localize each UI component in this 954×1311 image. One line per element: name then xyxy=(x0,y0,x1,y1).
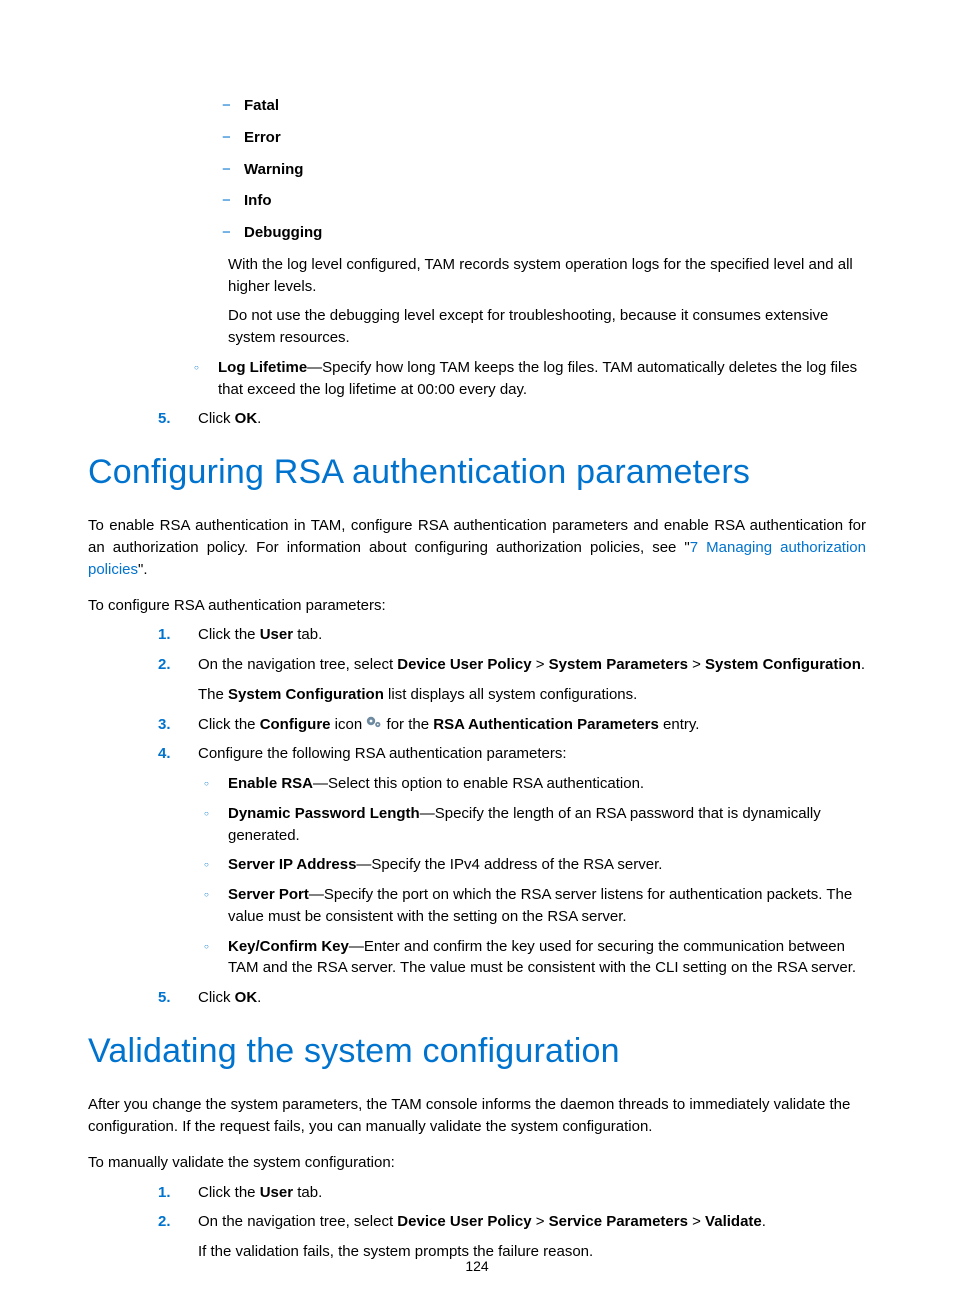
text: entry. xyxy=(659,716,700,733)
step-5: 5. Click OK. xyxy=(158,408,866,430)
list-item: Key/Confirm Key—Enter and confirm the ke… xyxy=(198,936,866,980)
bold: RSA Authentication Parameters xyxy=(433,716,659,733)
step-2: 2. On the navigation tree, select Device… xyxy=(158,1211,866,1263)
list-item: Enable RSA—Select this option to enable … xyxy=(198,773,866,795)
sub-bullet-list: Log Lifetime—Specify how long TAM keeps … xyxy=(188,357,866,401)
bold: Validate xyxy=(705,1213,762,1230)
step-3: 3. Click the Configure icon for the RSA … xyxy=(158,714,866,736)
bold: Configure xyxy=(260,716,331,733)
sep: > xyxy=(688,1213,705,1230)
sep: > xyxy=(532,1213,549,1230)
bold: OK xyxy=(235,410,258,427)
step-2: 2. On the navigation tree, select Device… xyxy=(158,654,866,706)
heading-rsa: Configuring RSA authentication parameter… xyxy=(88,448,866,497)
bold: User xyxy=(260,1184,293,1201)
paragraph: To enable RSA authentication in TAM, con… xyxy=(88,515,866,580)
bold: Service Parameters xyxy=(549,1213,688,1230)
sep: > xyxy=(532,656,549,673)
step-number: 4. xyxy=(158,743,186,765)
text: . xyxy=(257,989,261,1006)
term: Log Lifetime xyxy=(218,359,307,376)
bold: System Parameters xyxy=(549,656,688,673)
text: for the xyxy=(387,716,434,733)
paragraph: With the log level configured, TAM recor… xyxy=(228,254,866,298)
bold: System Configuration xyxy=(228,686,384,703)
step-4: 4. Configure the following RSA authentic… xyxy=(158,743,866,979)
text: On the navigation tree, select xyxy=(198,656,397,673)
document-page: Fatal Error Warning Info Debugging With … xyxy=(0,0,954,1311)
bold: Device User Policy xyxy=(397,1213,531,1230)
text: tab. xyxy=(293,1184,322,1201)
validate-step-list: 1. Click the User tab. 2. On the navigat… xyxy=(158,1182,866,1263)
bold: Device User Policy xyxy=(397,656,531,673)
term: Server IP Address xyxy=(228,856,356,873)
text: . xyxy=(257,410,261,427)
list-item: Error xyxy=(218,127,866,149)
list-item: Info xyxy=(218,190,866,212)
step-number: 5. xyxy=(158,408,186,430)
step-number: 5. xyxy=(158,987,186,1009)
paragraph: After you change the system parameters, … xyxy=(88,1094,866,1138)
rsa-step-list: 1. Click the User tab. 2. On the navigat… xyxy=(158,624,866,1009)
text: icon xyxy=(331,716,367,733)
text: list displays all system configurations. xyxy=(384,686,637,703)
lead-in: To configure RSA authentication paramete… xyxy=(88,595,866,617)
list-item: Log Lifetime—Specify how long TAM keeps … xyxy=(188,357,866,401)
configure-icon xyxy=(366,713,382,735)
page-number: 124 xyxy=(0,1256,954,1276)
list-item: Debugging xyxy=(218,222,866,244)
bold: OK xyxy=(235,989,258,1006)
definition: —Specify how long TAM keeps the log file… xyxy=(218,359,857,398)
term: Enable RSA xyxy=(228,775,313,792)
step-number: 2. xyxy=(158,1211,186,1233)
text: Click the xyxy=(198,1184,260,1201)
list-item: Fatal xyxy=(218,95,866,117)
paragraph: Do not use the debugging level except fo… xyxy=(228,305,866,349)
term: Key/Confirm Key xyxy=(228,938,349,955)
definition: —Specify the port on which the RSA serve… xyxy=(228,886,852,925)
text: Click the xyxy=(198,626,260,643)
text: . xyxy=(861,656,865,673)
step-1: 1. Click the User tab. xyxy=(158,624,866,646)
list-item: Dynamic Password Length—Specify the leng… xyxy=(198,803,866,847)
list-item: Server Port—Specify the port on which th… xyxy=(198,884,866,928)
bold: System Configuration xyxy=(705,656,861,673)
step-5: 5. Click OK. xyxy=(158,987,866,1009)
text: ". xyxy=(138,561,148,578)
step-number: 1. xyxy=(158,1182,186,1204)
step-number: 3. xyxy=(158,714,186,736)
text: . xyxy=(762,1213,766,1230)
text: Configure the following RSA authenticati… xyxy=(198,745,567,762)
text: Click the xyxy=(198,716,260,733)
text: Click xyxy=(198,989,235,1006)
bold: User xyxy=(260,626,293,643)
definition: —Select this option to enable RSA authen… xyxy=(313,775,644,792)
lead-in: To manually validate the system configur… xyxy=(88,1152,866,1174)
step-number: 1. xyxy=(158,624,186,646)
list-item: Warning xyxy=(218,159,866,181)
term: Dynamic Password Length xyxy=(228,805,420,822)
step-number: 2. xyxy=(158,654,186,676)
paragraph: The System Configuration list displays a… xyxy=(198,684,866,706)
step-1: 1. Click the User tab. xyxy=(158,1182,866,1204)
sep: > xyxy=(688,656,705,673)
text: On the navigation tree, select xyxy=(198,1213,397,1230)
heading-validate: Validating the system configuration xyxy=(88,1027,866,1076)
text: tab. xyxy=(293,626,322,643)
text: The xyxy=(198,686,228,703)
step-list-continued: 5. Click OK. xyxy=(158,408,866,430)
list-item: Server IP Address—Specify the IPv4 addre… xyxy=(198,854,866,876)
definition: —Specify the IPv4 address of the RSA ser… xyxy=(356,856,662,873)
log-level-list: Fatal Error Warning Info Debugging xyxy=(218,95,866,244)
rsa-params-list: Enable RSA—Select this option to enable … xyxy=(198,773,866,979)
term: Server Port xyxy=(228,886,309,903)
text: Click xyxy=(198,410,235,427)
